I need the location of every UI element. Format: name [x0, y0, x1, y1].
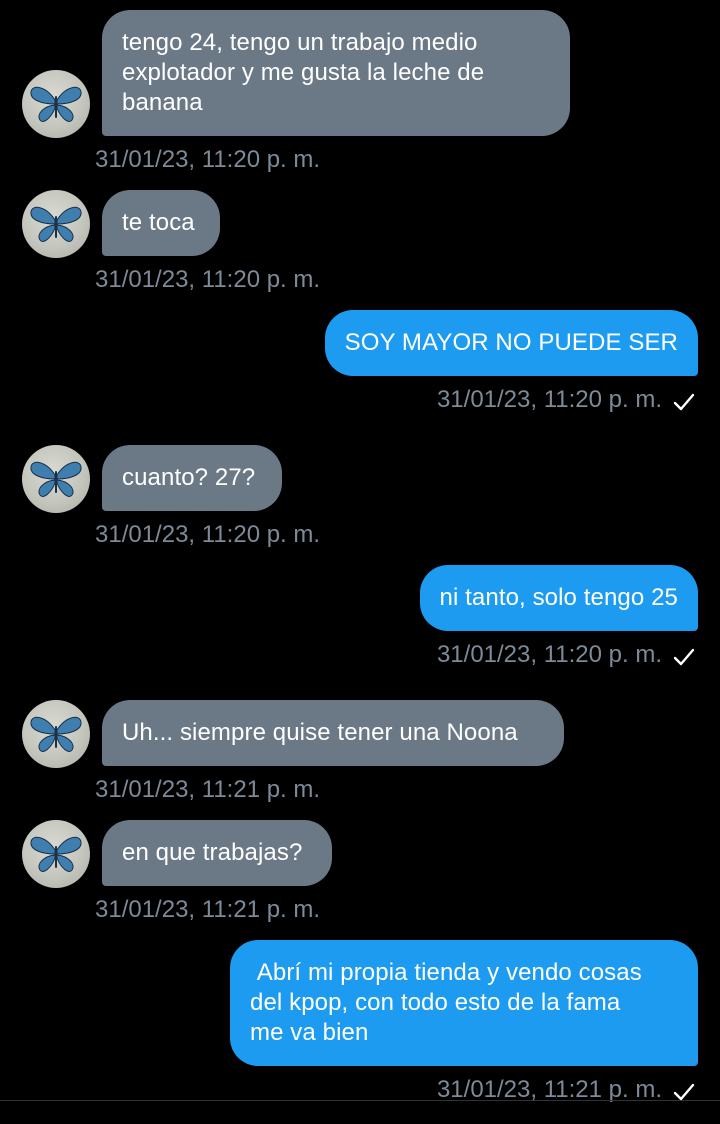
message-timestamp: 31/01/23, 11:20 p. m.: [95, 266, 321, 293]
butterfly-icon: [30, 836, 82, 872]
message-timestamp: 31/01/23, 11:21 p. m.: [95, 896, 321, 923]
message-bubble[interactable]: te toca: [102, 190, 220, 256]
butterfly-icon: [30, 461, 82, 497]
conversation: tengo 24, tengo un trabajo medio explota…: [0, 0, 720, 1124]
butterfly-icon: [30, 206, 82, 242]
avatar[interactable]: [22, 190, 90, 258]
message-bubble[interactable]: tengo 24, tengo un trabajo medio explota…: [102, 10, 570, 136]
message-timestamp: 31/01/23, 11:20 p. m.: [436, 386, 662, 413]
message-bubble[interactable]: SOY MAYOR NO PUEDE SER: [324, 310, 698, 376]
message-bubble[interactable]: ni tanto, solo tengo 25: [419, 565, 698, 631]
avatar[interactable]: [22, 700, 90, 768]
message-timestamp: 31/01/23, 11:20 p. m.: [436, 641, 662, 668]
divider: [0, 1100, 720, 1101]
message-bubble[interactable]: Abrí mi propia tienda y vendo cosas del …: [230, 940, 698, 1066]
avatar[interactable]: [22, 820, 90, 888]
check-icon: [672, 390, 696, 414]
message-bubble[interactable]: cuanto? 27?: [102, 445, 282, 511]
message-timestamp: 31/01/23, 11:21 p. m.: [95, 776, 321, 803]
message-timestamp: 31/01/23, 11:20 p. m.: [95, 521, 321, 548]
butterfly-icon: [30, 86, 82, 122]
check-icon: [672, 645, 696, 669]
avatar[interactable]: [22, 70, 90, 138]
butterfly-icon: [30, 716, 82, 752]
message-bubble[interactable]: Uh... siempre quise tener una Noona: [102, 700, 564, 766]
message-timestamp: 31/01/23, 11:20 p. m.: [95, 146, 321, 173]
message-bubble[interactable]: en que trabajas?: [102, 820, 332, 886]
avatar[interactable]: [22, 445, 90, 513]
